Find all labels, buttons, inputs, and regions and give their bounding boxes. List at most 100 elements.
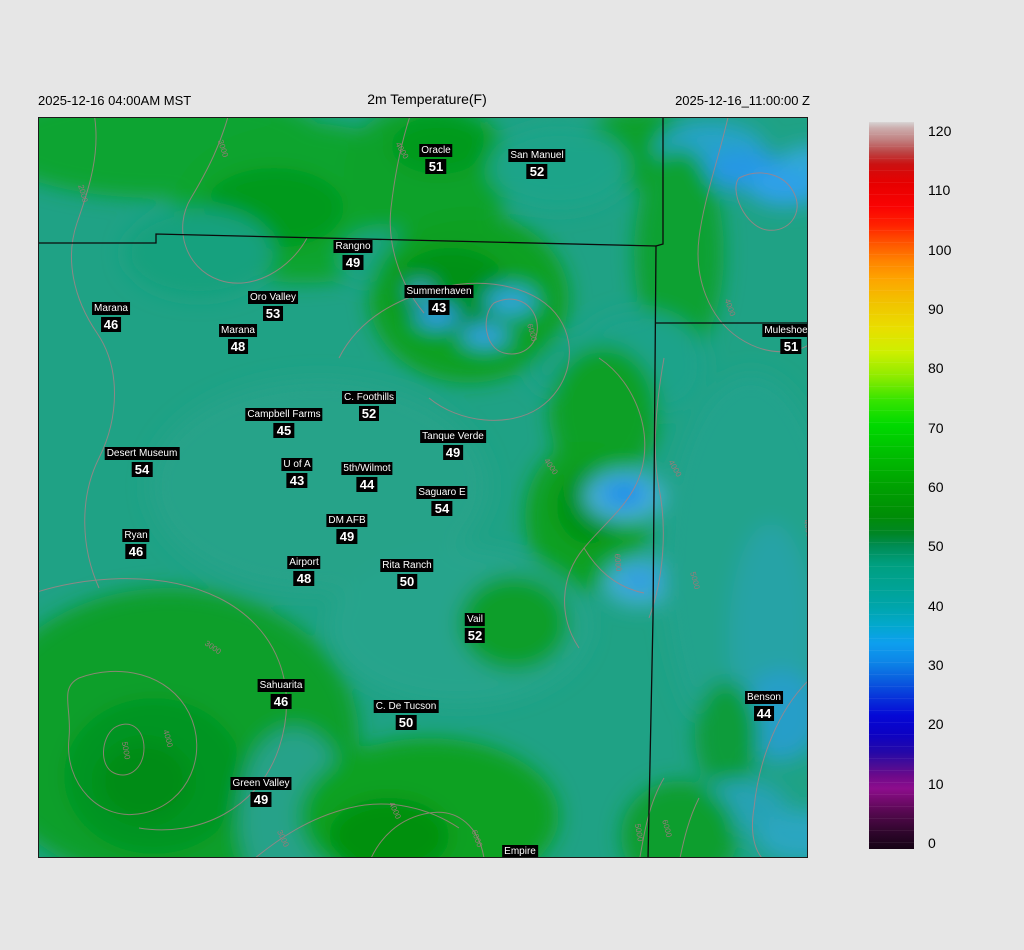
station-label: Desert Museum 54 xyxy=(104,447,180,477)
station-name: San Manuel xyxy=(508,149,566,162)
station-name: Summerhaven xyxy=(404,285,474,298)
station-name: Empire xyxy=(502,845,538,857)
contour-elevation-label: 4000 xyxy=(801,518,808,539)
station-temp: 49 xyxy=(250,792,272,807)
contour-elevation-label: 3000 xyxy=(215,138,230,159)
contour-elevation-label: 6000 xyxy=(525,322,539,343)
station-name: Oro Valley xyxy=(248,291,298,304)
valid-time-utc: 2025-12-16_11:00:00 Z xyxy=(675,93,810,108)
colorbar-tick-label: 40 xyxy=(928,598,944,614)
station-label: Oracle 51 xyxy=(419,144,453,174)
contour-elevation-label: 5000 xyxy=(688,570,702,591)
station-temp: 50 xyxy=(395,715,417,730)
station-label: Muleshoe R 51 xyxy=(762,324,807,354)
station-label: Green Valley 49 xyxy=(230,777,292,807)
station-label: Sahuarita 46 xyxy=(257,679,305,709)
contour-elevation-label: 2000 xyxy=(76,183,90,204)
station-temp: 49 xyxy=(442,445,464,460)
station-temp: 48 xyxy=(293,571,315,586)
station-temp: 50 xyxy=(396,574,418,589)
station-label: Ryan 46 xyxy=(122,529,150,559)
station-label: 5th/Wilmot 44 xyxy=(341,462,393,492)
station-name: 5th/Wilmot xyxy=(341,462,393,475)
contour-elevation-label: 4000 xyxy=(666,458,684,479)
colorbar-tick-label: 10 xyxy=(928,776,944,792)
station-name: U of A xyxy=(281,458,313,471)
station-label: Marana 46 xyxy=(92,302,130,332)
station-temp: 54 xyxy=(431,501,453,516)
station-name: Green Valley xyxy=(230,777,292,790)
station-name: Desert Museum xyxy=(104,447,180,460)
station-label: Marana 48 xyxy=(219,324,257,354)
station-label: Rita Ranch 50 xyxy=(380,559,434,589)
station-temp: 51 xyxy=(780,339,802,354)
station-temp: 43 xyxy=(286,473,308,488)
contour-elevation-label: 6000 xyxy=(612,553,624,572)
colorbar-bands xyxy=(869,122,914,849)
contour-elevation-label: 5000 xyxy=(119,740,132,761)
station-name: DM AFB xyxy=(326,514,368,527)
station-temp: 52 xyxy=(358,406,380,421)
station-name: Vail xyxy=(465,613,485,626)
station-name: Ryan xyxy=(122,529,150,542)
station-label: Summerhaven 43 xyxy=(404,285,474,315)
station-temp: 53 xyxy=(262,306,284,321)
station-label: Benson 44 xyxy=(745,691,783,721)
station-label: Oro Valley 53 xyxy=(248,291,298,321)
colorbar-tick-label: 100 xyxy=(928,242,952,258)
contour-elevation-label: 4000 xyxy=(387,800,403,821)
colorbar-tick-label: 120 xyxy=(928,123,952,139)
station-label: Rangno 49 xyxy=(333,240,373,270)
station-name: Rangno xyxy=(333,240,373,253)
station-temp: 49 xyxy=(342,255,364,270)
contour-elevation-label: 6000 xyxy=(469,828,485,849)
colorbar-tick-label: 60 xyxy=(928,479,944,495)
temperature-colorbar xyxy=(869,122,914,849)
contour-elevation-label: 4000 xyxy=(542,456,560,477)
colorbar-tick-label: 30 xyxy=(928,657,944,673)
station-temp: 44 xyxy=(356,477,378,492)
contour-elevation-label: 3000 xyxy=(203,638,223,657)
contour-elevation-label: 6000 xyxy=(660,818,674,839)
station-label: U of A 43 xyxy=(281,458,313,488)
station-temp: 48 xyxy=(227,339,249,354)
station-label: San Manuel 52 xyxy=(508,149,566,179)
station-name: Tanque Verde xyxy=(420,430,486,443)
contour-elevation-label: 5000 xyxy=(632,822,645,843)
station-name: Saguaro E xyxy=(416,486,468,499)
station-temp: 51 xyxy=(425,159,447,174)
station-temp: 54 xyxy=(131,462,153,477)
station-label: Tanque Verde 49 xyxy=(420,430,486,460)
colorbar-tick-label: 20 xyxy=(928,716,944,732)
colorbar-tick-label: 50 xyxy=(928,538,944,554)
temperature-map: Oracle 51 San Manuel 52 Rangno 49 Marana 46 Oro … xyxy=(38,117,808,858)
station-temp: 44 xyxy=(753,706,775,721)
colorbar-tick-label: 70 xyxy=(928,420,944,436)
station-name: Oracle xyxy=(419,144,453,157)
colorbar-tick-label: 110 xyxy=(928,182,951,198)
station-temp: 52 xyxy=(464,628,486,643)
colorbar-tick-label: 0 xyxy=(928,835,936,851)
station-label: C. De Tucson 50 xyxy=(373,700,439,730)
station-name: C. Foothills xyxy=(341,391,397,404)
colorbar-tick-label: 80 xyxy=(928,360,944,376)
station-label: Campbell Farms 45 xyxy=(245,408,323,438)
station-label: DM AFB 49 xyxy=(326,514,368,544)
station-temp: 46 xyxy=(125,544,147,559)
station-name: Airport xyxy=(287,556,321,569)
station-name: Rita Ranch xyxy=(380,559,434,572)
station-temp: 45 xyxy=(273,423,295,438)
station-name: C. De Tucson xyxy=(373,700,439,713)
colorbar-tick-label: 90 xyxy=(928,301,944,317)
station-temp: 46 xyxy=(270,694,292,709)
station-name: Benson xyxy=(745,691,783,704)
station-label: C. Foothills 52 xyxy=(341,391,397,421)
station-label: Airport 48 xyxy=(287,556,321,586)
station-name: Marana xyxy=(219,324,257,337)
contour-elevation-label: 4000 xyxy=(393,140,411,161)
station-name: Muleshoe R xyxy=(762,324,807,337)
station-temp: 43 xyxy=(428,300,450,315)
station-temp: 49 xyxy=(336,529,358,544)
station-name: Sahuarita xyxy=(257,679,305,692)
station-temp: 52 xyxy=(526,164,548,179)
